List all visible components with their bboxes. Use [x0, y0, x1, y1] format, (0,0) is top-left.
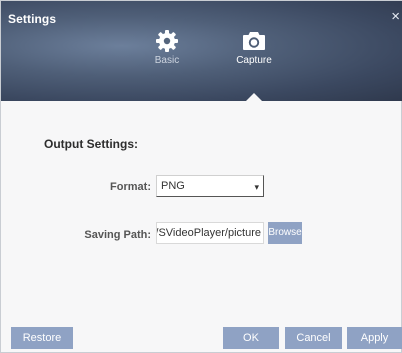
format-select[interactable]: PNG ▾	[156, 175, 264, 197]
tab-capture-label: Capture	[236, 55, 272, 66]
restore-button[interactable]: Restore	[11, 327, 73, 349]
selected-tab-pointer	[246, 93, 262, 101]
settings-dialog: Settings × Basic Capture Output Settings…	[0, 0, 402, 353]
tab-basic-label: Basic	[154, 55, 180, 66]
dialog-title: Settings	[8, 12, 57, 26]
camera-icon	[243, 32, 265, 50]
browse-button[interactable]: Browse	[268, 222, 302, 244]
tab-basic[interactable]: Basic	[132, 29, 202, 66]
format-label: Format:	[110, 181, 151, 193]
cancel-button[interactable]: Cancel	[285, 327, 342, 349]
chevron-down-icon: ▾	[254, 182, 259, 192]
output-settings-heading: Output Settings:	[44, 137, 138, 151]
tab-capture[interactable]: Capture	[219, 29, 289, 66]
gear-icon	[156, 30, 178, 52]
dialog-header: Settings × Basic Capture	[1, 1, 402, 101]
saving-path-input[interactable]: pr/SVideoPlayer/picture	[156, 222, 264, 244]
saving-path-value: pr/SVideoPlayer/picture	[156, 227, 261, 239]
format-value: PNG	[161, 180, 185, 192]
saving-path-label: Saving Path:	[84, 229, 151, 241]
apply-button[interactable]: Apply	[347, 327, 402, 349]
ok-button[interactable]: OK	[223, 327, 279, 349]
close-icon[interactable]: ×	[391, 9, 400, 24]
